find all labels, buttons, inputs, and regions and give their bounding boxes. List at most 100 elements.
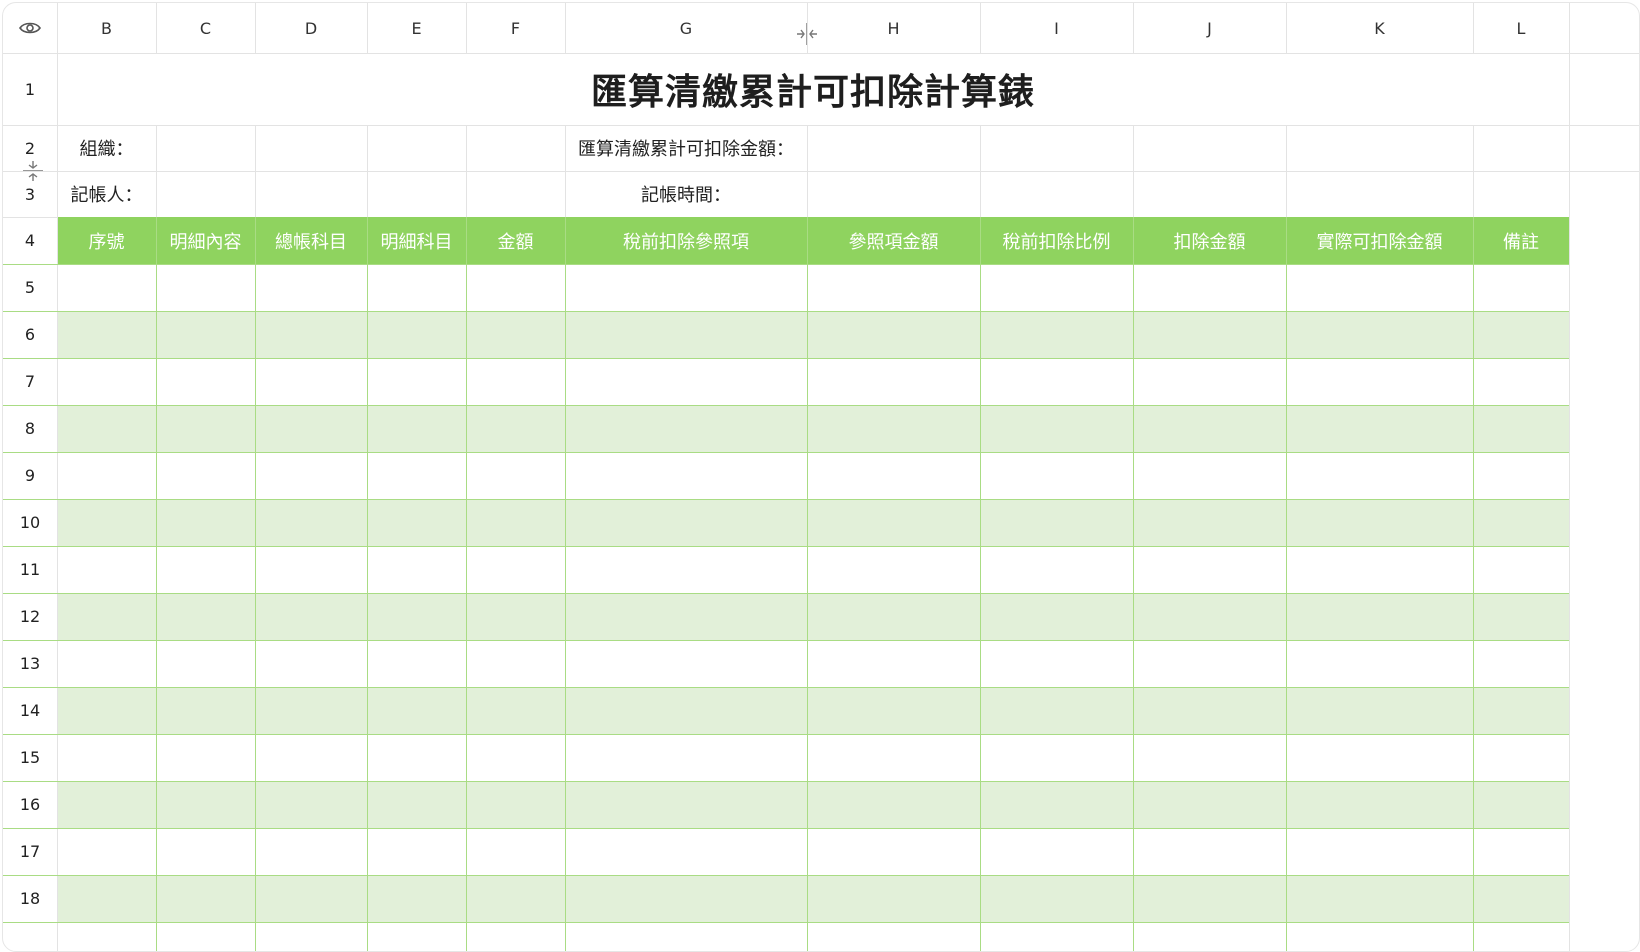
table-header-serial[interactable]: 序號: [57, 217, 156, 264]
row-header-17[interactable]: 17: [3, 828, 57, 875]
column-header-h[interactable]: H: [807, 3, 980, 53]
table-header-detail-account[interactable]: 明細科目: [367, 217, 466, 264]
gridline: [980, 125, 981, 217]
table-gridline: [156, 217, 157, 951]
table-gridline: [3, 499, 1569, 500]
table-gridline: [807, 217, 808, 951]
row-header-14[interactable]: 14: [3, 687, 57, 734]
gridline: [1286, 125, 1287, 217]
column-header-g[interactable]: G: [565, 3, 807, 53]
table-row-13[interactable]: [57, 640, 1569, 687]
table-gridline: [3, 264, 1569, 265]
gridline: [3, 217, 57, 218]
column-header-b[interactable]: B: [57, 3, 156, 53]
gridline: [156, 3, 157, 53]
gridline: [466, 3, 467, 53]
table-row-11[interactable]: [57, 546, 1569, 593]
table-gridline: [3, 593, 1569, 594]
row-header-6[interactable]: 6: [3, 311, 57, 358]
column-header-e[interactable]: E: [367, 3, 466, 53]
gridline: [255, 3, 256, 53]
gridline: [1473, 125, 1474, 217]
row-header-13[interactable]: 13: [3, 640, 57, 687]
row-header-7[interactable]: 7: [3, 358, 57, 405]
row-header-12[interactable]: 12: [3, 593, 57, 640]
table-header-reference-item[interactable]: 稅前扣除參照項: [565, 217, 807, 264]
row-header-4[interactable]: 4: [3, 217, 57, 264]
table-header-deduction-ratio[interactable]: 稅前扣除比例: [980, 217, 1133, 264]
table-gridline: [3, 734, 1569, 735]
table-gridline: [255, 217, 256, 951]
row-header-16[interactable]: 16: [3, 781, 57, 828]
table-gridline: [3, 828, 1569, 829]
table-row-10[interactable]: [57, 499, 1569, 546]
gridline: [466, 125, 467, 217]
table-row-12[interactable]: [57, 593, 1569, 640]
table-header-general-ledger[interactable]: 總帳科目: [255, 217, 367, 264]
total-deductible-label[interactable]: 匯算清繳累計可扣除金額：: [565, 125, 807, 171]
table-row-15[interactable]: [57, 734, 1569, 781]
table-gridline: [1133, 217, 1134, 951]
table-gridline: [1286, 217, 1287, 951]
table-row-7[interactable]: [57, 358, 1569, 405]
organization-label[interactable]: 組織：: [57, 125, 156, 171]
table-header-deduction-amount[interactable]: 扣除金額: [1133, 217, 1286, 264]
table-row-5[interactable]: [57, 264, 1569, 311]
column-header-f[interactable]: F: [466, 3, 565, 53]
gridline: [3, 125, 1639, 126]
select-all-corner[interactable]: [3, 3, 57, 53]
spreadsheet: B C D E F G H I J K L 1 2 3 4 5 6 7 8 9 …: [2, 2, 1640, 952]
column-header-d[interactable]: D: [255, 3, 367, 53]
table-header-actual-deductible[interactable]: 實際可扣除金額: [1286, 217, 1473, 264]
gridline: [1286, 3, 1287, 53]
row-header-8[interactable]: 8: [3, 405, 57, 452]
gridline: [1473, 3, 1474, 53]
row-header-10[interactable]: 10: [3, 499, 57, 546]
column-header-i[interactable]: I: [980, 3, 1133, 53]
gridline: [156, 125, 157, 217]
table-gridline: [565, 217, 566, 951]
row-header-18[interactable]: 18: [3, 875, 57, 922]
table-gridline: [3, 922, 1569, 923]
table-gridline: [1473, 217, 1474, 951]
row-header-5[interactable]: 5: [3, 264, 57, 311]
bookkeeper-label[interactable]: 記帳人：: [57, 171, 156, 217]
column-header-c[interactable]: C: [156, 3, 255, 53]
table-gridline: [3, 640, 1569, 641]
row-header-9[interactable]: 9: [3, 452, 57, 499]
row-header-11[interactable]: 11: [3, 546, 57, 593]
gridline: [1133, 125, 1134, 217]
table-gridline: [3, 687, 1569, 688]
column-header-l[interactable]: L: [1473, 3, 1569, 53]
gridline: [367, 3, 368, 53]
table-header-detail-content[interactable]: 明細內容: [156, 217, 255, 264]
table-row-16[interactable]: [57, 781, 1569, 828]
gridline: [3, 53, 1639, 54]
booking-time-label[interactable]: 記帳時間：: [565, 171, 807, 217]
gridline: [807, 125, 808, 217]
column-header-j[interactable]: J: [1133, 3, 1286, 53]
table-row-9[interactable]: [57, 452, 1569, 499]
gridline: [980, 3, 981, 53]
table-header-reference-amount[interactable]: 參照項金額: [807, 217, 980, 264]
table-header-remarks[interactable]: 備註: [1473, 217, 1569, 264]
table-gridline: [367, 217, 368, 951]
table-row-18[interactable]: [57, 875, 1569, 922]
table-gridline: [980, 217, 981, 951]
table-row-6[interactable]: [57, 311, 1569, 358]
table-gridline: [3, 875, 1569, 876]
eye-icon: [19, 22, 41, 34]
table-header-amount[interactable]: 金額: [466, 217, 565, 264]
row-header-1[interactable]: 1: [3, 53, 57, 125]
gridline: [3, 171, 1639, 172]
gridline: [807, 3, 808, 53]
table-row-8[interactable]: [57, 405, 1569, 452]
gridline: [255, 125, 256, 217]
table-row-14[interactable]: [57, 687, 1569, 734]
table-row-17[interactable]: [57, 828, 1569, 875]
gridline: [367, 125, 368, 217]
column-header-k[interactable]: K: [1286, 3, 1473, 53]
gridline: [1569, 3, 1570, 951]
sheet-title[interactable]: 匯算清繳累計可扣除計算錶: [57, 53, 1569, 125]
row-header-15[interactable]: 15: [3, 734, 57, 781]
